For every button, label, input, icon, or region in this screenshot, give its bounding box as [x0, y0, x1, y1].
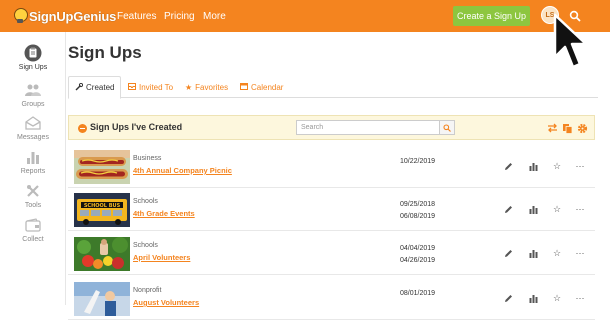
- sidebar-item-label: Groups: [21, 101, 45, 108]
- nav-features-label: Features: [117, 10, 157, 22]
- signup-title-link[interactable]: 4th Annual Company Picnic: [133, 166, 232, 175]
- signup-category: Schools: [133, 242, 158, 249]
- edit-icon[interactable]: [502, 160, 514, 172]
- table-row[interactable]: Business 4th Annual Company Picnic 10/22…: [68, 146, 595, 188]
- sidebar: Sign Ups Groups Messages Reports Tools C…: [0, 32, 66, 305]
- edit-icon[interactable]: [502, 292, 514, 304]
- favorite-star-icon[interactable]: ☆: [551, 160, 563, 172]
- sidebar-item-groups[interactable]: Groups: [0, 81, 66, 108]
- more-options-icon[interactable]: ···: [574, 292, 586, 304]
- signup-title-link[interactable]: 4th Grade Events: [133, 209, 195, 218]
- table-row[interactable]: SCHOOL BUS Schools 4th Grade Events 09/2…: [68, 189, 595, 231]
- edit-icon[interactable]: [502, 247, 514, 259]
- signup-dates: 08/01/2019: [400, 288, 435, 300]
- more-options-icon[interactable]: ···: [574, 247, 586, 259]
- mouse-cursor-icon: [553, 13, 588, 69]
- search-icon: [443, 123, 451, 132]
- signup-dates: 04/04/2019 04/26/2019: [400, 243, 435, 267]
- tab-created[interactable]: Created: [68, 76, 122, 99]
- tab-favorites[interactable]: ★ Favorites: [185, 76, 228, 98]
- favorite-star-icon[interactable]: ☆: [551, 247, 563, 259]
- nav-features[interactable]: Features: [117, 0, 156, 32]
- calendar-icon: [240, 82, 248, 92]
- logo-text: SignUpGenius: [29, 8, 117, 24]
- wrench-icon: [75, 82, 84, 93]
- sidebar-item-label: Reports: [20, 168, 46, 175]
- sort-icon[interactable]: [546, 122, 558, 134]
- signups-panel-header: Sign Ups I've Created Search: [68, 115, 595, 140]
- nav-more[interactable]: More: [203, 0, 226, 36]
- tab-calendar[interactable]: Calendar: [240, 76, 283, 98]
- more-options-icon[interactable]: ···: [574, 203, 586, 215]
- sidebar-item-label: Sign Ups: [18, 64, 48, 71]
- people-icon: [23, 81, 43, 99]
- sidebar-item-label: Collect: [22, 236, 44, 243]
- nav-pricing[interactable]: Pricing: [164, 0, 195, 32]
- top-navbar: SignUpGenius Features Pricing More Creat…: [0, 0, 610, 36]
- sidebar-item-collect[interactable]: Collect: [0, 216, 66, 243]
- signup-dates: 09/25/2018 06/08/2019: [400, 199, 435, 223]
- signup-thumbnail: SCHOOL BUS: [74, 193, 130, 227]
- tab-bar: Created Invited To ★ Favorites Calendar: [68, 76, 598, 99]
- report-icon[interactable]: [527, 203, 539, 215]
- inbox-icon: [128, 82, 136, 92]
- sidebar-item-reports[interactable]: Reports: [0, 148, 66, 175]
- favorite-star-icon[interactable]: ☆: [551, 203, 563, 215]
- create-signup-button[interactable]: Create a Sign Up: [453, 6, 530, 26]
- gear-icon[interactable]: [576, 122, 588, 134]
- table-row[interactable]: Schools April Volunteers 04/04/2019 04/2…: [68, 233, 595, 275]
- end-date: 06/08/2019: [400, 213, 436, 220]
- tab-label: Calendar: [251, 82, 284, 92]
- tab-label: Favorites: [195, 82, 229, 92]
- nav-pricing-label: Pricing: [164, 10, 195, 22]
- tab-label: Created: [86, 83, 115, 92]
- chevron-down-icon: [210, 32, 216, 36]
- start-date: 04/04/2019: [400, 245, 436, 252]
- signup-thumbnail: [74, 150, 130, 184]
- report-icon[interactable]: [527, 160, 539, 172]
- bar-chart-icon: [23, 148, 43, 166]
- signup-category: Schools: [133, 198, 158, 205]
- start-date: 08/01/2019: [400, 290, 436, 297]
- signup-title-link[interactable]: April Volunteers: [133, 253, 190, 262]
- star-icon: ★: [185, 82, 193, 92]
- report-icon[interactable]: [527, 247, 539, 259]
- sidebar-item-signups[interactable]: Sign Ups: [0, 44, 66, 71]
- signup-thumbnail: [74, 237, 130, 271]
- search-button[interactable]: [439, 120, 455, 135]
- edit-icon[interactable]: [502, 203, 514, 215]
- signup-thumbnail: [74, 282, 130, 316]
- report-icon[interactable]: [527, 292, 539, 304]
- signup-category: Nonprofit: [133, 287, 162, 294]
- signup-dates: 10/22/2019: [400, 156, 435, 168]
- tab-invited-to[interactable]: Invited To: [128, 76, 173, 98]
- lightbulb-icon: [14, 8, 28, 24]
- collapse-icon[interactable]: [78, 124, 87, 133]
- signup-category: Business: [133, 155, 162, 162]
- end-date: 04/26/2019: [400, 257, 436, 264]
- more-options-icon[interactable]: ···: [574, 160, 586, 172]
- search-input[interactable]: Search: [296, 120, 441, 135]
- tab-label: Invited To: [139, 82, 174, 92]
- sidebar-item-tools[interactable]: Tools: [0, 182, 66, 209]
- signup-title-link[interactable]: August Volunteers: [133, 298, 199, 307]
- table-row[interactable]: Nonprofit August Volunteers 08/01/2019 ☆…: [68, 278, 595, 320]
- page-title: Sign Ups: [68, 43, 142, 62]
- panel-title: Sign Ups I've Created: [90, 122, 183, 132]
- wallet-icon: [23, 216, 43, 234]
- sidebar-item-label: Tools: [24, 202, 42, 209]
- sidebar-item-label: Messages: [17, 134, 49, 141]
- start-date: 09/25/2018: [400, 201, 436, 208]
- tools-icon: [23, 182, 43, 200]
- start-date: 10/22/2019: [400, 158, 436, 165]
- sidebar-item-messages[interactable]: Messages: [0, 114, 66, 141]
- favorite-star-icon[interactable]: ☆: [551, 292, 563, 304]
- copy-icon[interactable]: [561, 122, 573, 134]
- envelope-icon: [23, 114, 43, 132]
- clipboard-icon: [23, 44, 43, 62]
- svg-text:SCHOOL BUS: SCHOOL BUS: [84, 203, 121, 209]
- nav-more-label: More: [203, 10, 226, 22]
- logo[interactable]: SignUpGenius: [14, 7, 116, 25]
